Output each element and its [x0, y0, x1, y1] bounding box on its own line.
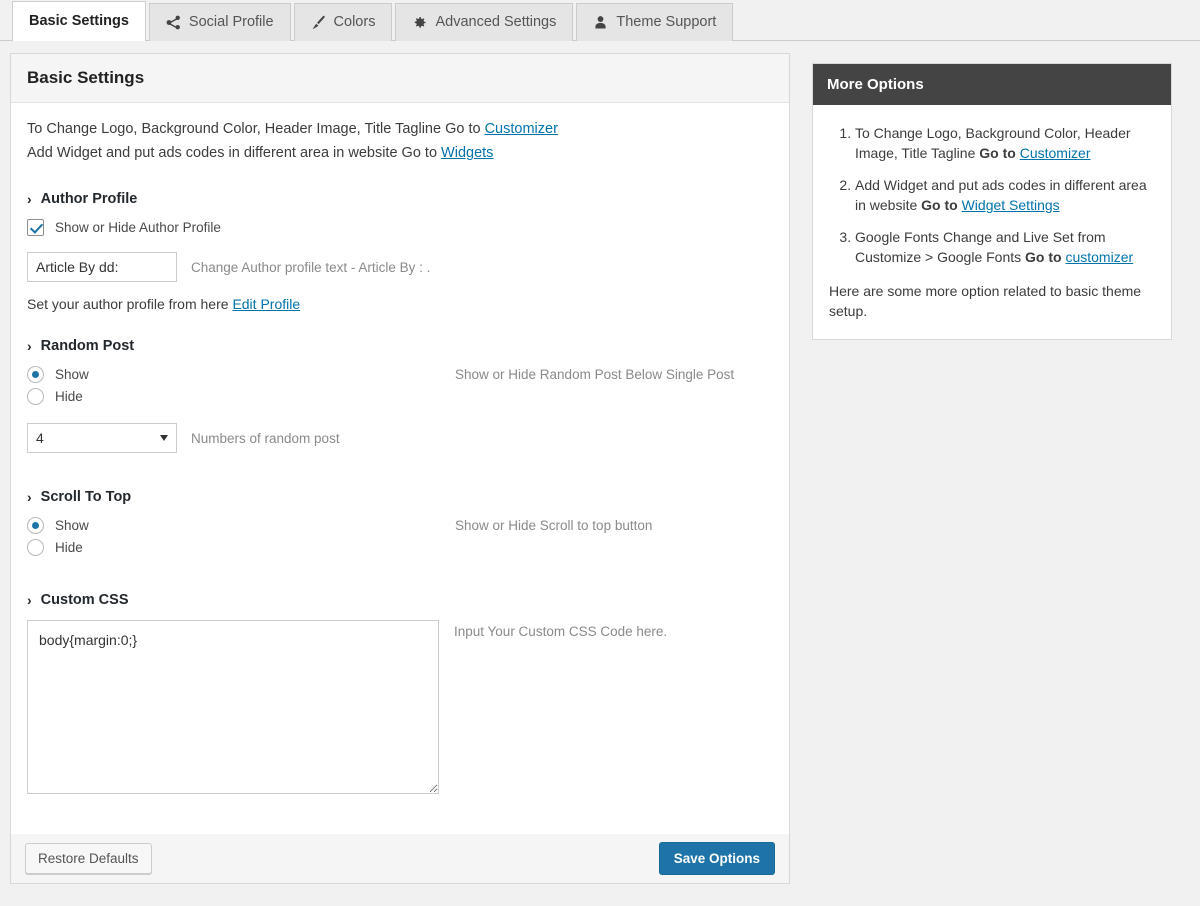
scroll-to-top-show-row: Show [27, 517, 773, 534]
intro-line-1: To Change Logo, Background Color, Header… [27, 117, 773, 141]
random-post-helper: Show or Hide Random Post Below Single Po… [455, 367, 735, 382]
sidebar-title: More Options [813, 64, 1171, 105]
show-hide-author-profile-checkbox[interactable] [27, 219, 44, 236]
tab-social-profile[interactable]: Social Profile [148, 3, 291, 41]
custom-css-helper: Input Your Custom CSS Code here. [454, 624, 668, 639]
random-post-hide-radio[interactable] [27, 388, 44, 405]
random-post-count-helper: Numbers of random post [191, 430, 340, 446]
scroll-to-top-show-radio[interactable] [27, 517, 44, 534]
tab-label: Colors [333, 14, 376, 31]
tab-theme-support[interactable]: Theme Support [576, 3, 734, 41]
tab-colors[interactable]: Colors [293, 3, 393, 41]
section-label: Custom CSS [40, 592, 129, 608]
list-item: To Change Logo, Background Color, Header… [855, 123, 1155, 163]
tab-label: Theme Support [616, 14, 717, 31]
random-post-count-wrap: 4 [27, 423, 177, 453]
paintbrush-icon [311, 15, 326, 30]
item-goto: Go to [1025, 249, 1066, 265]
radio-label: Show [55, 367, 89, 382]
share-icon [166, 15, 181, 30]
sidebar-customizer-link[interactable]: Customizer [1020, 145, 1091, 161]
scroll-to-top-helper: Show or Hide Scroll to top button [455, 518, 653, 533]
list-item: Google Fonts Change and Live Set from Cu… [855, 227, 1155, 267]
sidebar-body: To Change Logo, Background Color, Header… [813, 105, 1171, 339]
edit-profile-link[interactable]: Edit Profile [232, 296, 300, 312]
section-custom-css-heading[interactable]: › Custom CSS [27, 592, 773, 608]
intro-text-1: To Change Logo, Background Color, Header… [27, 121, 485, 137]
tab-basic-settings[interactable]: Basic Settings [12, 1, 146, 41]
tab-label: Social Profile [188, 14, 274, 31]
gear-icon [412, 15, 427, 30]
chevron-right-icon: › [27, 592, 32, 608]
random-post-hide-row: Hide [27, 388, 773, 405]
chevron-right-icon: › [27, 191, 32, 207]
tab-label: Basic Settings [29, 13, 129, 30]
radio-label: Show [55, 518, 89, 533]
item-goto: Go to [979, 145, 1020, 161]
random-post-count-select[interactable]: 4 [27, 423, 177, 453]
edit-profile-note: Set your author profile from here Edit P… [27, 296, 773, 312]
intro-text-2: Add Widget and put ads codes in differen… [27, 145, 442, 161]
scroll-to-top-hide-row: Hide [27, 539, 773, 556]
section-random-post-heading[interactable]: › Random Post [27, 338, 773, 354]
radio-label: Hide [55, 540, 83, 555]
random-post-show-radio[interactable] [27, 366, 44, 383]
sidebar-footer-text: Here are some more option related to bas… [829, 283, 1142, 319]
sidebar-google-fonts-customizer-link[interactable]: customizer [1065, 249, 1133, 265]
save-options-button[interactable]: Save Options [658, 842, 775, 875]
more-options-sidebar: More Options To Change Logo, Background … [812, 63, 1172, 340]
item-goto: Go to [921, 197, 962, 213]
author-text-row: Change Author profile text - Article By … [27, 252, 773, 282]
chevron-right-icon: › [27, 489, 32, 505]
author-profile-text-input[interactable] [27, 252, 177, 282]
widgets-link[interactable]: Widgets [441, 145, 493, 161]
custom-css-textarea[interactable]: body{margin:0;} [27, 620, 439, 794]
author-text-helper: Change Author profile text - Article By … [191, 259, 431, 275]
sidebar-widget-settings-link[interactable]: Widget Settings [962, 197, 1060, 213]
restore-defaults-button[interactable]: Restore Defaults [25, 843, 152, 874]
section-label: Author Profile [40, 191, 138, 207]
chevron-right-icon: › [27, 338, 32, 354]
section-label: Random Post [40, 338, 135, 354]
author-profile-toggle-row: Show or Hide Author Profile [27, 219, 773, 236]
radio-label: Hide [55, 389, 83, 404]
user-icon [593, 15, 608, 30]
basic-settings-panel: Basic Settings To Change Logo, Backgroun… [10, 53, 790, 844]
intro-line-2: Add Widget and put ads codes in differen… [27, 141, 773, 165]
panel-body: To Change Logo, Background Color, Header… [11, 103, 789, 843]
tab-advanced-settings[interactable]: Advanced Settings [395, 3, 574, 41]
sidebar-options-list: To Change Logo, Background Color, Header… [829, 123, 1155, 267]
list-item: Add Widget and put ads codes in differen… [855, 175, 1155, 215]
section-author-profile-heading[interactable]: › Author Profile [27, 191, 773, 207]
random-post-radio-group: Show Hide Show or Hide Random Post Below… [27, 366, 773, 405]
section-scroll-to-top-heading[interactable]: › Scroll To Top [27, 489, 773, 505]
checkbox-label: Show or Hide Author Profile [55, 220, 221, 235]
scroll-to-top-radio-group: Show Hide Show or Hide Scroll to top but… [27, 517, 773, 556]
section-label: Scroll To Top [40, 489, 132, 505]
tab-bar: Basic Settings Social Profile Colors Adv… [0, 0, 1200, 41]
tab-label: Advanced Settings [435, 14, 557, 31]
edit-profile-note-text: Set your author profile from here [27, 296, 233, 312]
custom-css-row: body{margin:0;} Input Your Custom CSS Co… [27, 620, 773, 794]
page-title: Basic Settings [11, 54, 789, 103]
customizer-link[interactable]: Customizer [485, 121, 558, 137]
panel-footer: Restore Defaults Save Options [10, 834, 790, 884]
scroll-to-top-hide-radio[interactable] [27, 539, 44, 556]
random-post-count-row: 4 Numbers of random post [27, 423, 773, 453]
